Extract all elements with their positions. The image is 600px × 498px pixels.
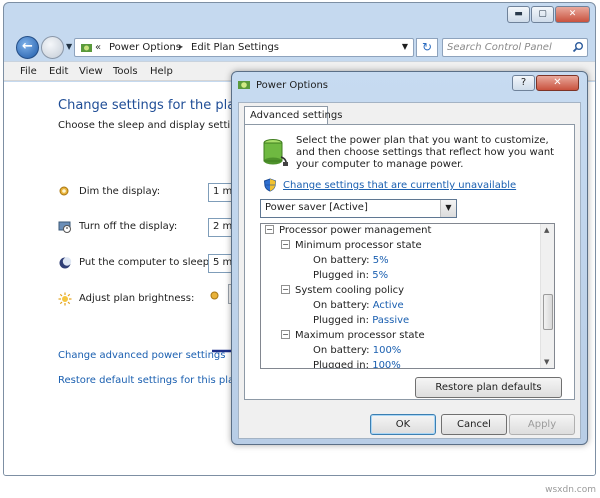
tree-label: On battery:: [313, 345, 370, 356]
menu-help[interactable]: Help: [150, 66, 173, 77]
cancel-button[interactable]: Cancel: [441, 414, 507, 435]
setting-label: Adjust plan brightness:: [79, 293, 195, 304]
tree-value[interactable]: 5%: [372, 270, 388, 281]
dialog-title: Power Options: [256, 80, 328, 91]
battery-plug-icon: [261, 137, 289, 170]
moon-icon: [58, 256, 72, 273]
menu-view[interactable]: View: [79, 66, 103, 77]
restore-default-settings-link[interactable]: Restore default settings for this plan: [58, 375, 241, 386]
back-button[interactable]: ←: [16, 36, 39, 59]
tree-value[interactable]: 100%: [372, 360, 401, 368]
menu-edit[interactable]: Edit: [49, 66, 68, 77]
address-dropdown-icon[interactable]: ▼: [402, 42, 408, 51]
address-bar[interactable]: « Power Options ▸ Edit Plan Settings ▼: [74, 38, 414, 57]
breadcrumb-chevrons: «: [95, 42, 102, 53]
tree-label: Plugged in:: [313, 270, 370, 281]
tree-value[interactable]: Passive: [372, 315, 409, 326]
scroll-up-icon[interactable]: ▲: [544, 226, 549, 234]
breadcrumb-edit-plan-settings[interactable]: Edit Plan Settings: [191, 42, 279, 53]
minimize-button[interactable]: ▬: [507, 6, 530, 23]
tree-label: System cooling policy: [295, 285, 405, 296]
tab-advanced-settings[interactable]: Advanced settings: [244, 106, 342, 125]
menu-file[interactable]: File: [20, 66, 37, 77]
restore-plan-defaults-button[interactable]: Restore plan defaults: [415, 377, 562, 398]
tree-item[interactable]: Plugged in: 100%: [313, 360, 401, 369]
tree-item[interactable]: Plugged in: 5%: [313, 270, 388, 284]
brightness-low-icon: [209, 290, 220, 304]
close-button[interactable]: ✕: [555, 6, 590, 23]
tree-label: On battery:: [313, 300, 370, 311]
address-row: ← ▼ « Power Options ▸ Edit Plan Settings…: [4, 33, 595, 61]
setting-label: Turn off the display:: [79, 221, 178, 232]
tree-node-max-processor[interactable]: − Maximum processor state: [281, 330, 425, 344]
setting-label: Put the computer to sleep:: [79, 257, 213, 268]
breadcrumb-power-options[interactable]: Power Options: [109, 42, 181, 53]
scroll-thumb[interactable]: [543, 294, 553, 330]
uac-shield-icon: [263, 178, 277, 195]
tree-scrollbar[interactable]: ▲ ▼: [540, 224, 554, 368]
breadcrumb-separator-icon[interactable]: ▸: [179, 42, 183, 51]
settings-tree[interactable]: − Processor power management − Minimum pro…: [260, 223, 555, 369]
monitor-clock-icon: [58, 220, 72, 237]
refresh-button[interactable]: ↻: [416, 38, 438, 57]
dialog-description: Select the power plan that you want to c…: [296, 135, 555, 170]
tree-item[interactable]: On battery: Active: [313, 300, 404, 314]
watermark: wsxdn.com: [545, 485, 596, 495]
dialog-close-button[interactable]: ✕: [536, 75, 579, 91]
tree-label: Processor power management: [279, 225, 432, 236]
help-button[interactable]: ?: [512, 75, 535, 91]
page-title: Change settings for the plan: P: [58, 98, 260, 113]
tree-node-processor-power[interactable]: − Processor power management: [265, 225, 431, 239]
history-dropdown-icon[interactable]: ▼: [66, 42, 72, 51]
tree-value[interactable]: 100%: [373, 345, 402, 356]
page-subtitle: Choose the sleep and display settings t: [58, 120, 256, 131]
tree-item[interactable]: Plugged in: Passive: [313, 315, 409, 329]
chevron-down-icon[interactable]: ▼: [440, 200, 456, 217]
dialog-body: Advanced settings Select the power plan …: [238, 102, 581, 439]
search-placeholder: Search Control Panel: [447, 42, 552, 53]
change-advanced-power-settings-link[interactable]: Change advanced power settings: [58, 350, 225, 361]
collapse-icon[interactable]: −: [281, 330, 290, 339]
plan-select[interactable]: Power saver [Active] ▼: [260, 199, 457, 218]
collapse-icon[interactable]: −: [281, 285, 290, 294]
scroll-down-icon[interactable]: ▼: [544, 358, 549, 366]
tree-value[interactable]: Active: [373, 300, 404, 311]
apply-button[interactable]: Apply: [509, 414, 575, 435]
tree-label: Maximum processor state: [295, 330, 425, 341]
power-options-dialog: Power Options ? ✕ Advanced settings Sele…: [231, 71, 588, 445]
menu-tools[interactable]: Tools: [113, 66, 138, 77]
power-options-icon: [237, 78, 252, 95]
tree-node-cooling-policy[interactable]: − System cooling policy: [281, 285, 404, 299]
maximize-button[interactable]: ▢: [531, 6, 554, 23]
search-icon[interactable]: [572, 41, 584, 56]
forward-button[interactable]: [41, 36, 64, 59]
tree-label: Plugged in:: [313, 360, 370, 369]
ok-button[interactable]: OK: [370, 414, 436, 435]
tree-label: Plugged in:: [313, 315, 370, 326]
collapse-icon[interactable]: −: [281, 240, 290, 249]
setting-label: Dim the display:: [79, 186, 161, 197]
back-arrow-icon: ←: [22, 39, 33, 54]
refresh-icon: ↻: [421, 40, 433, 54]
title-bar: ▬ ▢ ✕: [4, 3, 595, 31]
tree-label: Minimum processor state: [295, 240, 422, 251]
tree-value[interactable]: 5%: [373, 255, 389, 266]
collapse-icon[interactable]: −: [265, 225, 274, 234]
search-input[interactable]: Search Control Panel: [442, 38, 588, 57]
change-unavailable-settings-link[interactable]: Change settings that are currently unava…: [283, 180, 516, 191]
control-panel-icon: [80, 42, 93, 57]
tab-panel: Select the power plan that you want to c…: [244, 124, 575, 400]
tree-node-min-processor[interactable]: − Minimum processor state: [281, 240, 422, 254]
dim-sun-icon: [58, 185, 70, 200]
tree-item[interactable]: On battery: 5%: [313, 255, 389, 269]
tree-label: On battery:: [313, 255, 370, 266]
tree-item[interactable]: On battery: 100%: [313, 345, 401, 359]
plan-select-value: Power saver [Active]: [265, 202, 368, 213]
brightness-sun-icon: [58, 292, 72, 309]
